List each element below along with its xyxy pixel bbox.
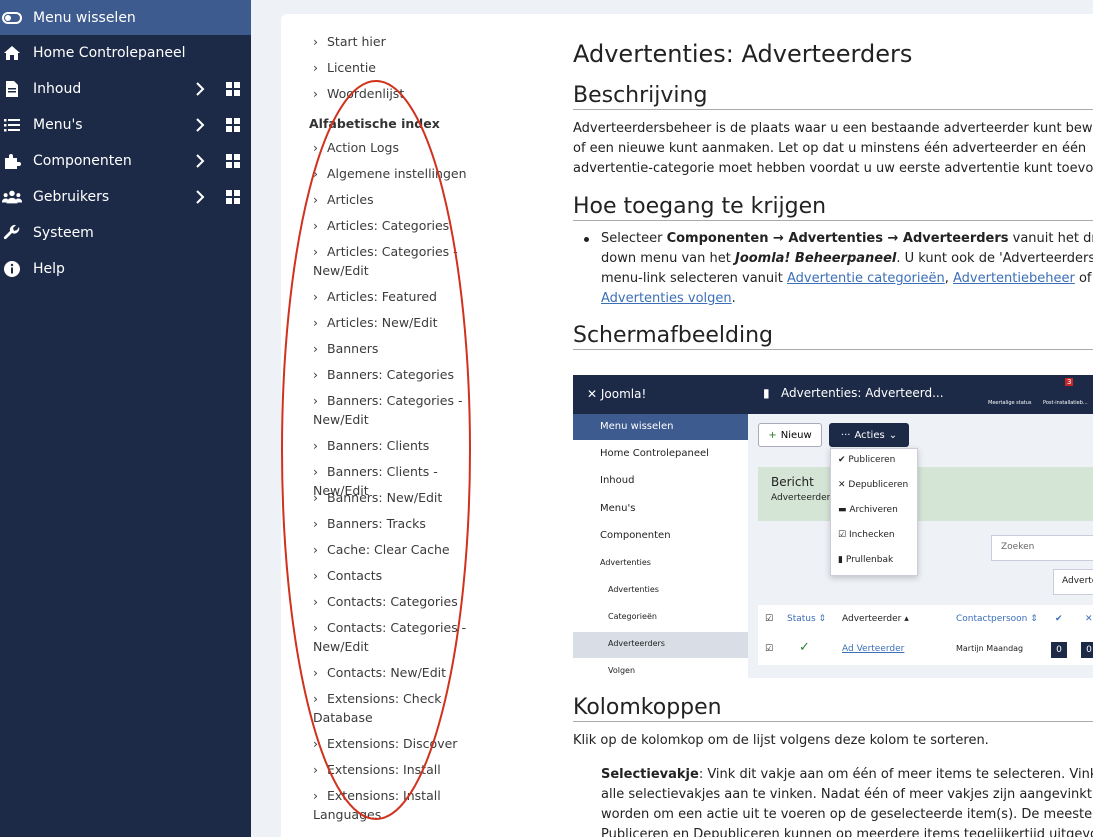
sidebar-item-content[interactable]: Inhoud <box>0 71 251 107</box>
sidebar-item-users[interactable]: Gebruikers <box>0 179 251 215</box>
screenshot-message-title: Bericht <box>771 475 814 489</box>
dashboard-grid-icon[interactable] <box>226 154 240 168</box>
text-line: of een nieuwe kunt aanmaken. Let op dat … <box>573 141 1087 156</box>
screenshot-action-item: ▮ Prullenbak <box>838 555 894 565</box>
screenshot-checkbox-header: ☑ <box>765 614 774 624</box>
admin-sidebar: Menu wisselen Home Controlepaneel Inhoud… <box>0 0 251 837</box>
notification-badge: 3 <box>1065 378 1074 386</box>
link-advertentiebeheer[interactable]: Advertentiebeheer <box>953 271 1075 286</box>
screenshot-menu-label: Menu wisselen <box>600 421 674 432</box>
checkbox-bullet: Selectievakje: Vink dit vakje aan om één… <box>601 765 1093 837</box>
screenshot-row-name: Ad Verteerder <box>842 644 905 654</box>
screenshot-row-count2: 0 <box>1081 642 1093 658</box>
sidebar-item-help[interactable]: Help <box>0 251 251 287</box>
screenshot-side-sub: Advertenties <box>600 558 651 567</box>
sidebar-item-label: Menu wisselen <box>33 9 136 26</box>
screenshot-col-status: Status ⇕ <box>787 614 827 624</box>
screenshot-side-item: Inhoud <box>600 475 635 486</box>
screenshot-side-item: Menu's <box>600 503 636 514</box>
sidebar-item-menus[interactable]: Menu's <box>0 107 251 143</box>
screenshot-side-sub: Volgen <box>608 666 636 675</box>
list-icon <box>2 115 22 135</box>
published-check-icon: ✓ <box>799 640 810 655</box>
screenshot-col-contact: Contactpersoon ⇕ <box>956 614 1038 624</box>
puzzle-icon <box>2 151 22 171</box>
dashboard-grid-icon[interactable] <box>226 82 240 96</box>
screenshot-message-text: Adverteerder <box>771 493 831 503</box>
sidebar-item-home[interactable]: Home Controlepaneel <box>0 35 251 71</box>
description-text: Adverteerdersbeheer is de plaats waar u … <box>573 119 1093 179</box>
screenshot-search: Zoeken <box>1001 542 1035 552</box>
chevron-right-icon: › <box>313 34 318 49</box>
screenshot-col-x: ✕ <box>1085 614 1093 624</box>
screenshot-page-title: Advertenties: Adverteerd... <box>781 386 944 400</box>
screenshot-actions-button: ··· Acties ⌄ <box>829 423 909 447</box>
text-line: advertentie-categorie moet hebben voorda… <box>573 161 1093 176</box>
access-bullet: Selecteer Componenten → Advertenties → A… <box>584 229 1093 309</box>
page-title: Advertenties: Adverteerders <box>573 40 913 68</box>
link-advertenties-volgen[interactable]: Advertenties volgen <box>601 291 732 306</box>
sidebar-item-label: Systeem <box>33 225 94 241</box>
screenshot-action-item: ✕ Depubliceren <box>838 480 909 490</box>
chevron-right-icon: › <box>313 60 318 75</box>
section-heading-screenshot: Schermafbeelding <box>573 323 1093 350</box>
screenshot-action-item: ☑ Inchecken <box>838 530 895 540</box>
sidebar-item-system[interactable]: Systeem <box>0 215 251 251</box>
section-heading-description: Beschrijving <box>573 83 1093 110</box>
dashboard-grid-icon[interactable] <box>226 190 240 204</box>
link-advertentie-categorieen[interactable]: Advertentie categorieën <box>787 271 945 286</box>
users-icon <box>2 187 22 207</box>
screenshot-side-sub: Advertenties <box>608 585 659 594</box>
toggle-icon <box>2 8 22 28</box>
toc-link[interactable]: › Licentie <box>313 58 493 77</box>
screenshot-row-count: 0 <box>1051 642 1067 658</box>
sidebar-item-label: Gebruikers <box>33 189 110 205</box>
dashboard-grid-icon[interactable] <box>226 118 240 132</box>
screenshot-row-checkbox: ☑ <box>765 644 774 654</box>
section-heading-access: Hoe toegang te krijgen <box>573 194 1093 221</box>
joomla-logo: ✕ Joomla! <box>587 387 647 401</box>
file-icon <box>2 79 22 99</box>
info-icon <box>2 259 22 279</box>
sidebar-item-menu-toggle[interactable]: Menu wisselen <box>0 0 251 35</box>
sidebar-item-label: Componenten <box>33 153 132 169</box>
screenshot-col-check: ✔ <box>1055 614 1063 624</box>
screenshot-side-sub: Categorieën <box>608 612 657 621</box>
screenshot-filter: Adverte <box>1062 576 1093 586</box>
home-icon <box>2 43 22 63</box>
post-install: Post-installatieb... <box>1043 400 1088 406</box>
screenshot-new-button: + Nieuw <box>758 423 822 447</box>
sidebar-item-label: Help <box>33 261 65 277</box>
section-heading-columns: Kolomkoppen <box>573 695 1093 722</box>
toc-link-label: Licentie <box>327 60 376 75</box>
embedded-screenshot: ✕ Joomla! ▮ Advertenties: Adverteerd... … <box>573 375 1093 678</box>
annotation-oval <box>281 80 471 820</box>
text-line: Adverteerdersbeheer is de plaats waar u … <box>573 121 1093 136</box>
toc-link-label: Start hier <box>327 34 386 49</box>
sidebar-item-label: Menu's <box>33 117 83 133</box>
chevron-right-icon[interactable] <box>193 82 207 96</box>
sidebar-item-components[interactable]: Componenten <box>0 143 251 179</box>
screenshot-col-advertiser: Adverteerder ▴ <box>842 614 909 624</box>
wrench-icon <box>2 223 22 243</box>
chevron-right-icon[interactable] <box>193 118 207 132</box>
screenshot-side-sub: Adverteerders <box>608 639 665 648</box>
bookmark-icon: ▮ <box>763 386 770 400</box>
multilingual-status: Meertalige status <box>988 400 1032 406</box>
columns-intro: Klik op de kolomkop om de lijst volgens … <box>573 733 989 748</box>
toc-link[interactable]: › Start hier <box>313 32 493 51</box>
screenshot-side-item: Home Controlepaneel <box>600 448 709 459</box>
screenshot-action-item: ▬ Archiveren <box>838 505 898 515</box>
screenshot-row-contact: Martijn Maandag <box>956 644 1024 653</box>
chevron-right-icon[interactable] <box>193 190 207 204</box>
screenshot-side-item: Componenten <box>600 530 671 541</box>
sidebar-item-label: Inhoud <box>33 81 82 97</box>
screenshot-action-item: ✔ Publiceren <box>838 455 896 465</box>
sidebar-item-label: Home Controlepaneel <box>33 45 186 61</box>
chevron-right-icon[interactable] <box>193 154 207 168</box>
